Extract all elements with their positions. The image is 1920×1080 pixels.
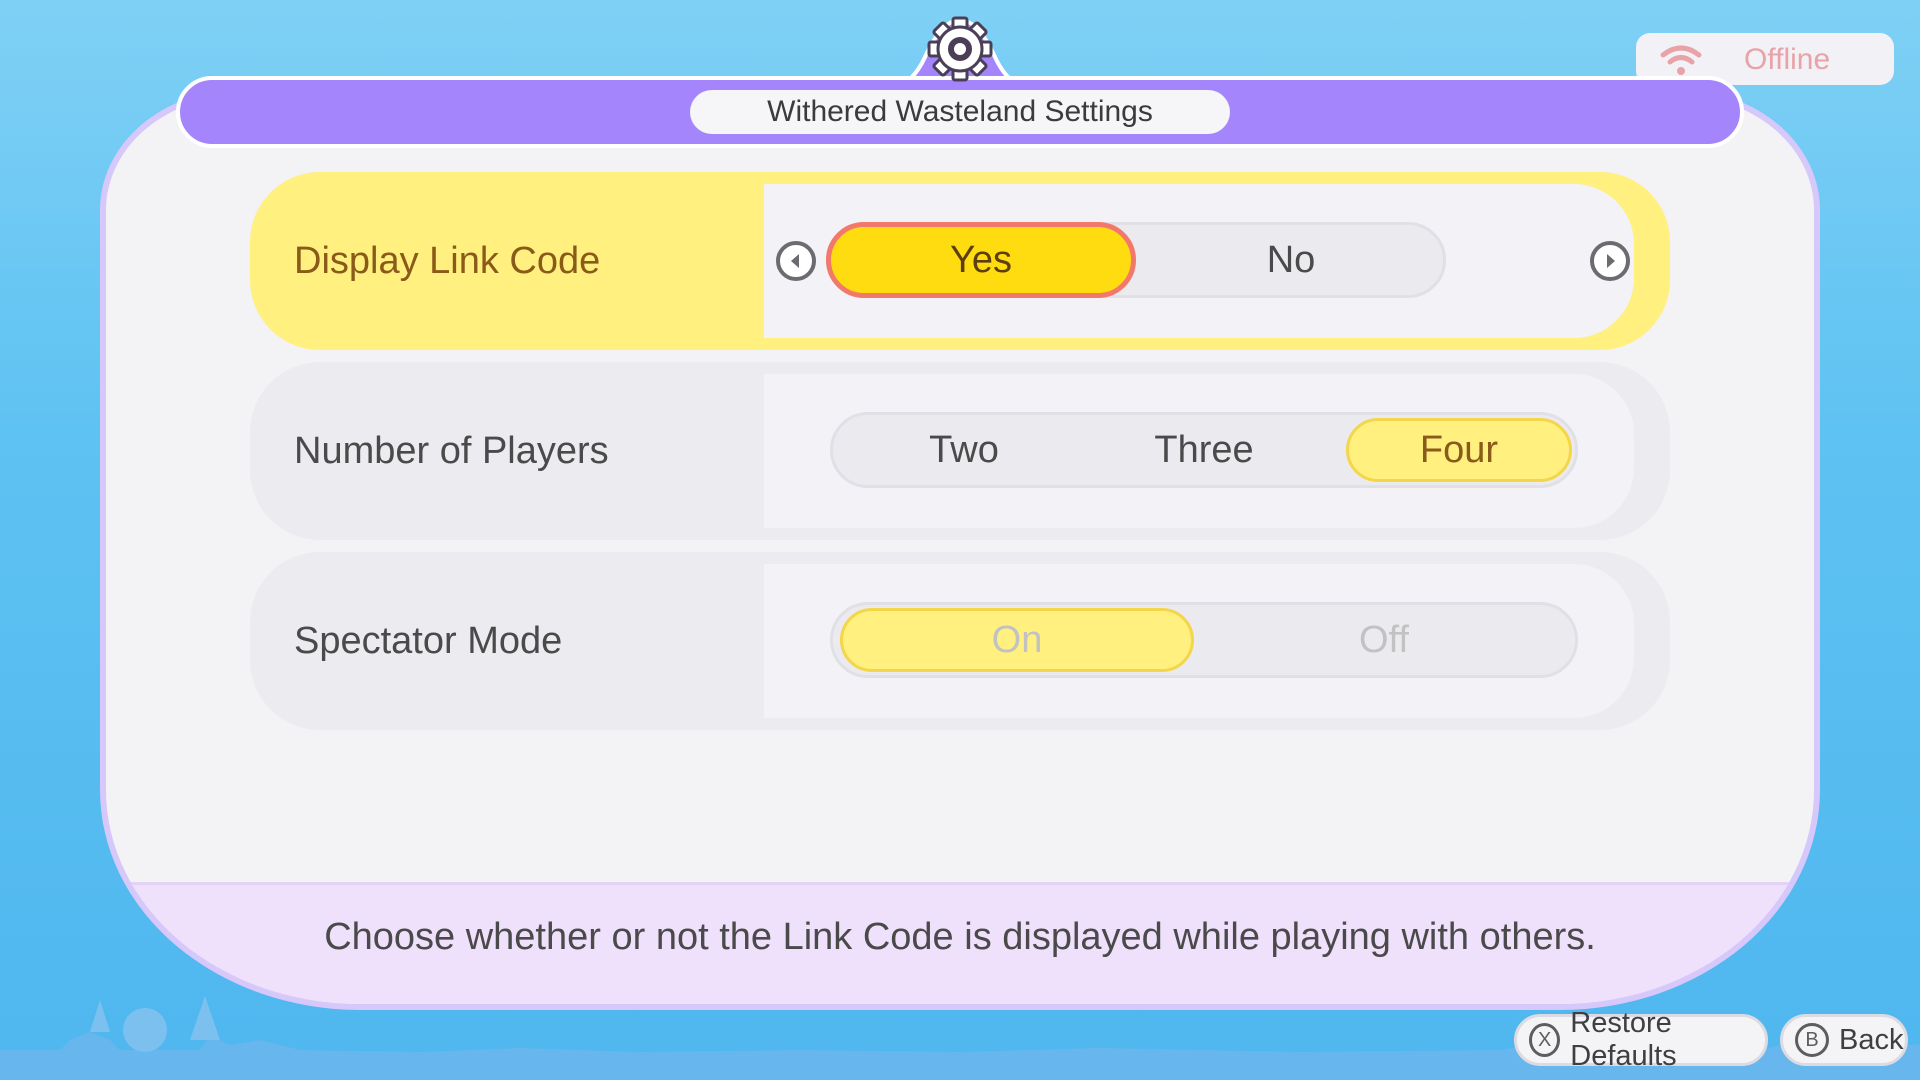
- back-label: Back: [1839, 1023, 1904, 1056]
- arrow-left-icon[interactable]: [776, 241, 816, 281]
- restore-defaults-button[interactable]: X Restore Defaults: [1514, 1007, 1768, 1072]
- option-four[interactable]: Four: [1346, 418, 1572, 482]
- gear-icon: [927, 16, 993, 82]
- option-three[interactable]: Three: [1084, 418, 1324, 482]
- option-area: Two Three Four: [764, 374, 1634, 528]
- option-area: On Off: [764, 564, 1634, 718]
- restore-defaults-label: Restore Defaults: [1570, 1007, 1677, 1072]
- setting-row-spectator-mode[interactable]: Spectator Mode On Off: [250, 552, 1670, 730]
- setting-label: Display Link Code: [294, 240, 601, 282]
- setting-label: Number of Players: [294, 430, 609, 472]
- back-button[interactable]: B Back: [1780, 1014, 1908, 1066]
- page-title: Withered Wasteland Settings: [690, 90, 1230, 134]
- option-off[interactable]: Off: [1194, 608, 1574, 672]
- arrow-right-icon[interactable]: [1590, 241, 1630, 281]
- option-area: Yes No: [764, 184, 1634, 338]
- option-on[interactable]: On: [840, 608, 1194, 672]
- option-two[interactable]: Two: [844, 418, 1084, 482]
- option-yes[interactable]: Yes: [826, 222, 1136, 298]
- option-no[interactable]: No: [1136, 222, 1446, 298]
- setting-row-display-link-code[interactable]: Display Link Code Yes No: [250, 172, 1670, 350]
- wifi-icon: [1660, 45, 1702, 75]
- x-button-icon: X: [1529, 1023, 1561, 1057]
- setting-label: Spectator Mode: [294, 620, 563, 662]
- b-button-icon: B: [1795, 1023, 1829, 1057]
- connection-status-label: Offline: [1744, 43, 1831, 76]
- setting-row-number-of-players[interactable]: Number of Players Two Three Four: [250, 362, 1670, 540]
- setting-description: Choose whether or not the Link Code is d…: [324, 916, 1596, 958]
